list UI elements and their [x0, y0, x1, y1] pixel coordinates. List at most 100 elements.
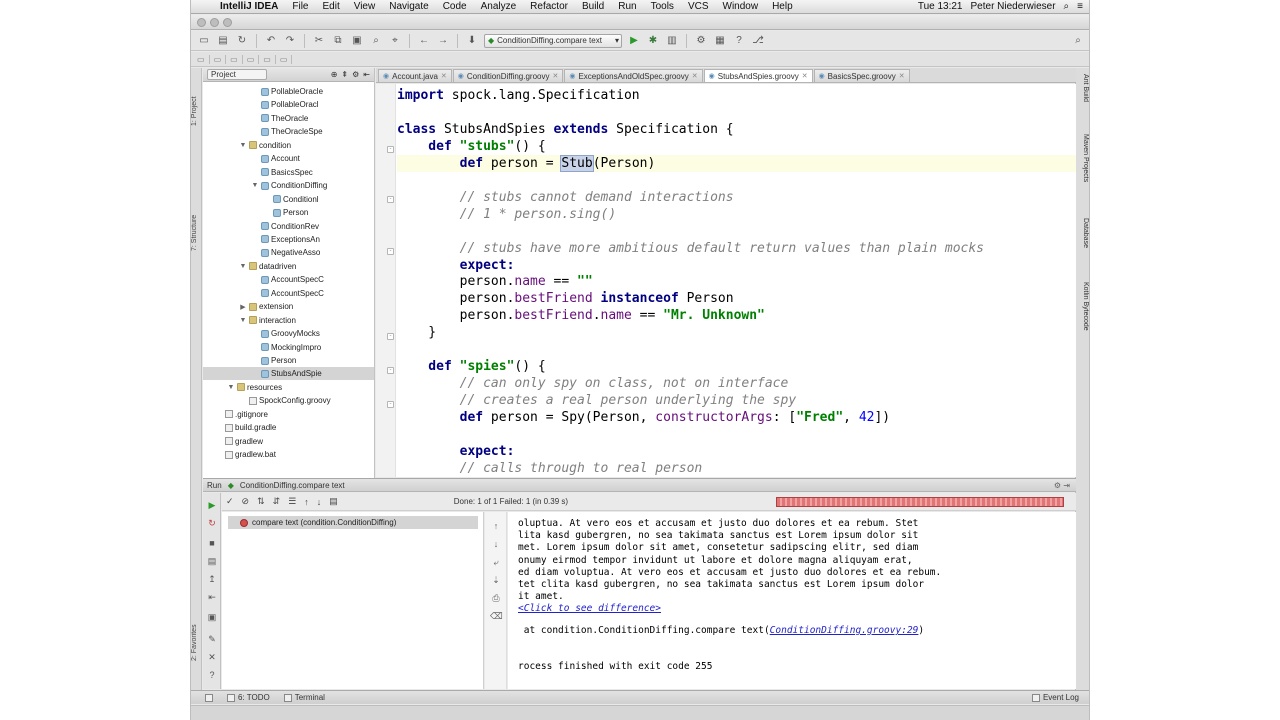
run-configuration-select[interactable]: ◆ ConditionDiffing.compare text ▾ — [484, 33, 622, 48]
breadcrumb-item[interactable]: ▭ — [261, 54, 276, 64]
expand-toggle-icon[interactable]: ▼ — [239, 142, 247, 149]
print-icon[interactable]: ⎙ — [490, 592, 502, 604]
expand-toggle-icon[interactable]: ▼ — [251, 182, 259, 189]
close-tab-icon[interactable]: ✕ — [899, 72, 905, 80]
breadcrumb-item[interactable]: ▭ — [278, 54, 293, 64]
menu-view[interactable]: View — [347, 1, 383, 12]
clear-all-icon[interactable]: ⌫ — [490, 610, 503, 622]
project-tool-tab[interactable]: 1: Project — [191, 76, 202, 146]
scroll-up-icon[interactable]: ↑ — [490, 520, 502, 532]
stop-icon[interactable]: ■ — [206, 537, 218, 549]
editor-tab[interactable]: ◉ Account.java ✕ — [378, 69, 452, 82]
soft-wrap-icon[interactable]: ⤶ — [490, 556, 502, 568]
run-icon[interactable]: ▶ — [627, 34, 641, 48]
tree-item[interactable]: ExceptionsAn — [203, 233, 374, 246]
code-line[interactable]: def "spies"() { — [397, 358, 545, 375]
code-line[interactable]: def person = Spy(Person, constructorArgs… — [397, 409, 891, 426]
menu-window[interactable]: Window — [716, 1, 766, 12]
search-everywhere-icon[interactable]: ⌕ — [1071, 33, 1085, 47]
tree-item[interactable]: SpockConfig.groovy — [203, 394, 374, 407]
tree-item[interactable]: gradlew — [203, 435, 374, 448]
code-line[interactable]: person.bestFriend.name == "Mr. Unknown" — [397, 307, 765, 324]
help-icon[interactable]: ? — [732, 34, 746, 48]
tree-item[interactable]: TheOracle — [203, 112, 374, 125]
fold-icon[interactable]: - — [387, 401, 394, 408]
editor-tab[interactable]: ◉ ExceptionsAndOldSpec.groovy ✕ — [564, 69, 703, 82]
tree-item[interactable]: PollableOracle — [203, 85, 374, 98]
menu-code[interactable]: Code — [436, 1, 474, 12]
tree-item[interactable]: gradlew.bat — [203, 448, 374, 461]
todo-tool-tab[interactable]: 6: TODO — [227, 693, 270, 702]
list-icon[interactable]: ≡ — [1077, 1, 1083, 12]
menu-vcs[interactable]: VCS — [681, 1, 716, 12]
kotlin-bytecode-tool-tab[interactable]: Kotlin Bytecode — [1078, 282, 1089, 331]
source-location-link[interactable]: ConditionDiffing.groovy:29 — [770, 625, 919, 636]
tree-item[interactable]: AccountSpecC — [203, 287, 374, 300]
scroll-to-end-icon[interactable]: ⇣ — [490, 574, 502, 586]
code-line[interactable]: } — [397, 324, 436, 341]
settings-icon[interactable]: ⚙ — [694, 34, 708, 48]
close-tab-icon[interactable]: ✕ — [441, 72, 447, 80]
favorites-tool-tab[interactable]: 2: Favorites — [191, 608, 202, 678]
sync-icon[interactable]: ↻ — [235, 34, 249, 48]
replace-icon[interactable]: ⌖ — [388, 34, 402, 48]
code-line[interactable]: // stubs cannot demand interactions — [397, 189, 734, 206]
close-tab-icon[interactable]: ✕ — [802, 72, 808, 80]
gear-icon[interactable]: ⚙ — [352, 70, 359, 79]
expand-toggle-icon[interactable]: ▼ — [239, 263, 247, 270]
menu-tools[interactable]: Tools — [644, 1, 681, 12]
console-output[interactable]: oluptua. At vero eos et accusam et justo… — [508, 512, 1076, 689]
maven-projects-tool-tab[interactable]: Maven Projects — [1078, 134, 1089, 182]
code-line[interactable]: person.name == "" — [397, 273, 593, 290]
structure-tool-tab[interactable]: 7: Structure — [191, 198, 202, 268]
layout-icon[interactable]: ▣ — [206, 611, 218, 623]
tree-item[interactable]: ▼ condition — [203, 139, 374, 152]
tree-item[interactable]: ▶ extension — [203, 300, 374, 313]
breadcrumb-item[interactable]: ▭ — [195, 54, 210, 64]
next-failed-icon[interactable]: ↓ — [317, 497, 322, 507]
sort-alpha-icon[interactable]: ⇅ — [257, 496, 265, 507]
fold-icon[interactable]: - — [387, 333, 394, 340]
fold-icon[interactable]: - — [387, 196, 394, 203]
close-tab-icon[interactable]: ✕ — [692, 72, 698, 80]
menu-navigate[interactable]: Navigate — [382, 1, 435, 12]
app-menu[interactable]: IntelliJ IDEA — [213, 1, 285, 12]
minimize-window-button[interactable] — [210, 18, 219, 27]
tree-item[interactable]: NegativeAsso — [203, 246, 374, 259]
show-passed-icon[interactable]: ✓ — [226, 496, 234, 507]
tree-item[interactable]: StubsAndSpie — [203, 367, 374, 381]
menu-file[interactable]: File — [285, 1, 315, 12]
menu-edit[interactable]: Edit — [315, 1, 346, 12]
show-ignored-icon[interactable]: ⊘ — [242, 496, 250, 507]
breadcrumb-item[interactable]: ▭ — [245, 54, 260, 64]
code-line[interactable]: person.bestFriend instanceof Person — [397, 290, 734, 307]
close-icon[interactable]: ✕ — [206, 651, 218, 663]
make-project-icon[interactable]: ⬇ — [465, 34, 479, 48]
sort-duration-icon[interactable]: ⇵ — [273, 496, 281, 507]
vcs-icon[interactable]: ⎇ — [751, 34, 765, 48]
expand-toggle-icon[interactable]: ▶ — [239, 303, 247, 311]
save-icon[interactable]: ▤ — [216, 34, 230, 48]
tree-item[interactable]: Person — [203, 206, 374, 219]
editor-tab[interactable]: ◉ ConditionDiffing.groovy ✕ — [452, 69, 564, 82]
close-tab-icon[interactable]: ✕ — [552, 72, 558, 80]
tree-item[interactable]: GroovyMocks — [203, 327, 374, 340]
code-line[interactable]: import spock.lang.Specification — [397, 87, 640, 104]
zoom-window-button[interactable] — [223, 18, 232, 27]
project-view-select[interactable]: Project — [207, 69, 267, 80]
tree-item[interactable]: AccountSpecC — [203, 273, 374, 286]
previous-failed-icon[interactable]: ↑ — [304, 497, 309, 507]
tree-item[interactable]: Account — [203, 152, 374, 165]
rerun-icon[interactable]: ▶ — [206, 499, 218, 511]
run-panel-settings-icon[interactable]: ⚙ ⇥ — [1054, 481, 1076, 490]
code-line[interactable]: class StubsAndSpies extends Specificatio… — [397, 121, 734, 138]
layout-toggle-icon[interactable] — [205, 693, 213, 702]
import-icon[interactable]: ⇤ — [206, 591, 218, 603]
menu-analyze[interactable]: Analyze — [474, 1, 524, 12]
paste-icon[interactable]: ▣ — [350, 34, 364, 48]
code-line[interactable]: // can only spy on class, not on interfa… — [397, 375, 789, 392]
tree-item[interactable]: MockingImpro — [203, 341, 374, 354]
help-icon[interactable]: ? — [206, 669, 218, 681]
editor-tab[interactable]: ◉ BasicsSpec.groovy ✕ — [813, 69, 910, 82]
hide-panel-icon[interactable]: ⇤ — [363, 70, 374, 79]
